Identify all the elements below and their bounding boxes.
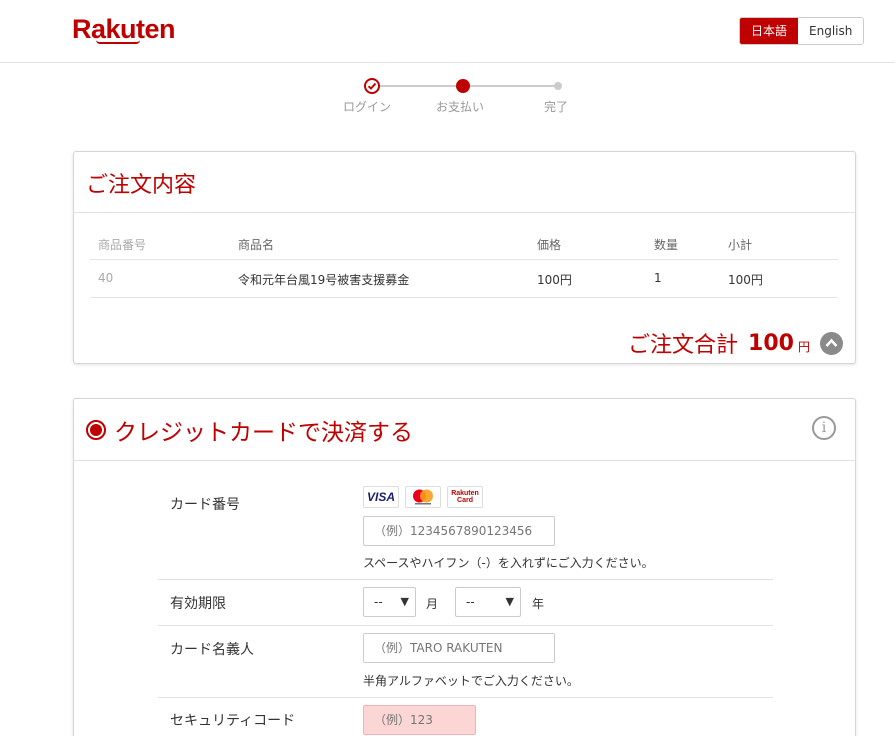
col-subtotal: 小計 (728, 238, 753, 252)
payment-title: クレジットカードで決済する (114, 420, 413, 446)
lang-en-button[interactable]: English (798, 18, 864, 44)
divider (158, 697, 773, 698)
credit-card-radio[interactable] (86, 420, 106, 440)
rakuten-card-logo: Rakuten Card (447, 486, 483, 508)
order-title: ご注文内容 (86, 173, 197, 198)
radio-dot (90, 424, 102, 436)
logo-swoosh (96, 40, 140, 44)
dropdown-arrow-icon: ▼ (505, 595, 514, 608)
step-line-1 (372, 85, 462, 87)
expiry-month-select[interactable]: -- ▼ (363, 587, 416, 617)
cell-id: 40 (98, 271, 114, 285)
payment-method-option: クレジットカードで決済する (86, 413, 413, 447)
cell-subtotal: 100円 (728, 273, 763, 287)
month-unit: 月 (426, 597, 439, 611)
card-number-input[interactable] (363, 516, 555, 546)
total-value: 100 (748, 330, 794, 356)
card-holder-label: カード名義人 (170, 642, 254, 658)
progress-steps: ログイン お支払い 完了 (330, 78, 590, 118)
mastercard-logo (405, 486, 441, 508)
dropdown-arrow-icon: ▼ (400, 595, 409, 608)
order-summary-card: ご注文内容 商品番号 商品名 価格 数量 小計 40 令和元年台風19号被害支援… (73, 151, 856, 364)
payment-card: クレジットカードで決済する i カード番号 VISA Rakuten Card … (73, 398, 856, 736)
step-label-payment: お支払い (436, 100, 485, 114)
cell-price: 100円 (537, 273, 572, 287)
security-code-label: セキュリティコード (170, 713, 296, 729)
col-name: 商品名 (238, 238, 275, 252)
divider (74, 212, 855, 213)
table-line (90, 297, 838, 298)
security-code-input[interactable] (363, 705, 476, 735)
lang-ja-button[interactable]: 日本語 (740, 18, 799, 44)
col-qty: 数量 (654, 238, 679, 252)
col-price: 価格 (537, 238, 562, 252)
info-icon[interactable]: i (812, 416, 836, 440)
visa-logo: VISA (363, 486, 399, 508)
col-id: 商品番号 (98, 238, 147, 252)
step-line-2 (464, 85, 556, 87)
card-brand-logos: VISA Rakuten Card (363, 486, 489, 508)
cell-qty: 1 (654, 271, 662, 285)
table-line (90, 259, 838, 260)
step-label-login: ログイン (343, 100, 392, 114)
step-current-dot (456, 79, 470, 93)
step-pending-dot (554, 82, 562, 90)
check-icon (364, 78, 380, 94)
card-holder-hint: 半角アルファベットでご入力ください。 (363, 674, 579, 688)
header: Rakuten 日本語 English (0, 0, 895, 63)
expiry-year-select[interactable]: -- ▼ (455, 587, 521, 617)
card-holder-input[interactable] (363, 633, 555, 663)
card-number-hint: スペースやハイフン（-）を入れずにご入力ください。 (363, 556, 654, 570)
year-unit: 年 (532, 597, 545, 611)
step-label-complete: 完了 (544, 100, 569, 114)
order-total: ご注文合計 100 円 (628, 327, 843, 359)
language-switcher: 日本語 English (739, 17, 865, 45)
chevron-up-icon[interactable] (820, 331, 843, 355)
cell-name: 令和元年台風19号被害支援募金 (238, 273, 410, 287)
card-number-label: カード番号 (170, 497, 240, 513)
total-label: ご注文合計 (628, 333, 739, 358)
divider (158, 579, 773, 580)
divider (158, 625, 773, 626)
expiry-label: 有効期限 (170, 596, 226, 612)
total-unit: 円 (797, 339, 810, 354)
divider (74, 460, 855, 461)
